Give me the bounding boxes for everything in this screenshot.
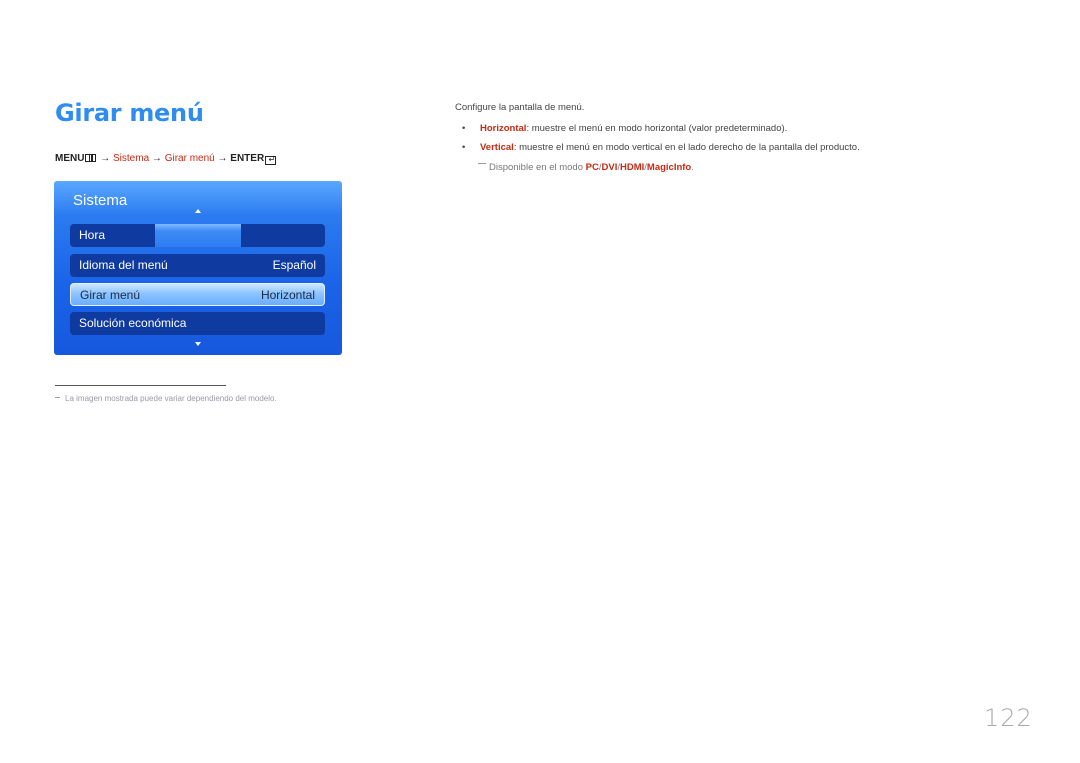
bullet-icon: • xyxy=(462,123,466,134)
bullet-icon: • xyxy=(462,142,466,153)
focus-highlight xyxy=(155,224,241,247)
footnote-text: La imagen mostrada puede variar dependie… xyxy=(65,394,277,403)
osd-item-value: Horizontal xyxy=(260,288,315,302)
note-dash-icon xyxy=(478,163,486,164)
menu-icon xyxy=(85,154,97,162)
osd-item-label: Solución económica xyxy=(79,316,187,330)
footnote: La imagen mostrada puede variar dependie… xyxy=(55,394,277,403)
note-prefix: Disponible en el modo xyxy=(489,162,586,173)
breadcrumb-menu: MENU xyxy=(55,153,85,164)
page-title: Girar menú xyxy=(55,99,204,127)
footnote-divider xyxy=(55,385,226,386)
mode-pc: PC xyxy=(585,162,599,173)
breadcrumb-arrow: → xyxy=(217,153,228,164)
breadcrumb-girar-menu: Girar menú xyxy=(164,153,215,164)
osd-item-label: Hora xyxy=(79,228,106,242)
breadcrumb-sistema: Sistema xyxy=(113,153,150,164)
enter-icon: ↵ xyxy=(265,156,277,165)
osd-item-solucion-economica[interactable]: Solución económica xyxy=(70,312,325,335)
mode-magicinfo: MagicInfo xyxy=(646,162,692,173)
osd-item-girar-menu[interactable]: Girar menú Horizontal xyxy=(70,283,325,306)
osd-item-idioma[interactable]: Idioma del menú Español xyxy=(70,254,325,277)
description-intro: Configure la pantalla de menú. xyxy=(455,102,585,113)
breadcrumb-arrow: → xyxy=(151,153,162,164)
note-suffix: . xyxy=(691,162,694,173)
footnote-dash-icon xyxy=(55,397,60,398)
breadcrumb: MENU → Sistema → Girar menú → ENTER ↵ xyxy=(55,153,277,165)
osd-item-label: Girar menú xyxy=(80,288,141,302)
breadcrumb-arrow: → xyxy=(100,153,111,164)
page-number: 122 xyxy=(984,704,1033,732)
osd-item-label: Idioma del menú xyxy=(79,258,168,272)
osd-item-value: Español xyxy=(272,258,316,272)
bullet-vertical: • Vertical: muestre el menú en modo verti… xyxy=(462,142,860,153)
bullet-text: : muestre el menú en modo vertical en el… xyxy=(513,142,860,153)
bullet-horizontal: • Horizontal: muestre el menú en modo hor… xyxy=(462,123,787,134)
scroll-down-arrow-icon[interactable] xyxy=(195,342,201,346)
osd-menu-panel: Sistema Hora Idioma del menú Español Gir… xyxy=(54,181,342,355)
bullet-text: : muestre el menú en modo horizontal (va… xyxy=(526,123,788,134)
bullet-term: Horizontal xyxy=(480,123,527,134)
mode-dvi: DVI xyxy=(601,162,618,173)
breadcrumb-enter: ENTER xyxy=(230,153,265,164)
osd-item-hora[interactable]: Hora xyxy=(70,224,325,247)
scroll-up-arrow-icon[interactable] xyxy=(195,209,201,213)
availability-note: Disponible en el modo PC/DVI/HDMI/MagicI… xyxy=(478,162,694,173)
mode-hdmi: HDMI xyxy=(619,162,645,173)
osd-title: Sistema xyxy=(73,192,128,209)
bullet-term: Vertical xyxy=(480,142,514,153)
